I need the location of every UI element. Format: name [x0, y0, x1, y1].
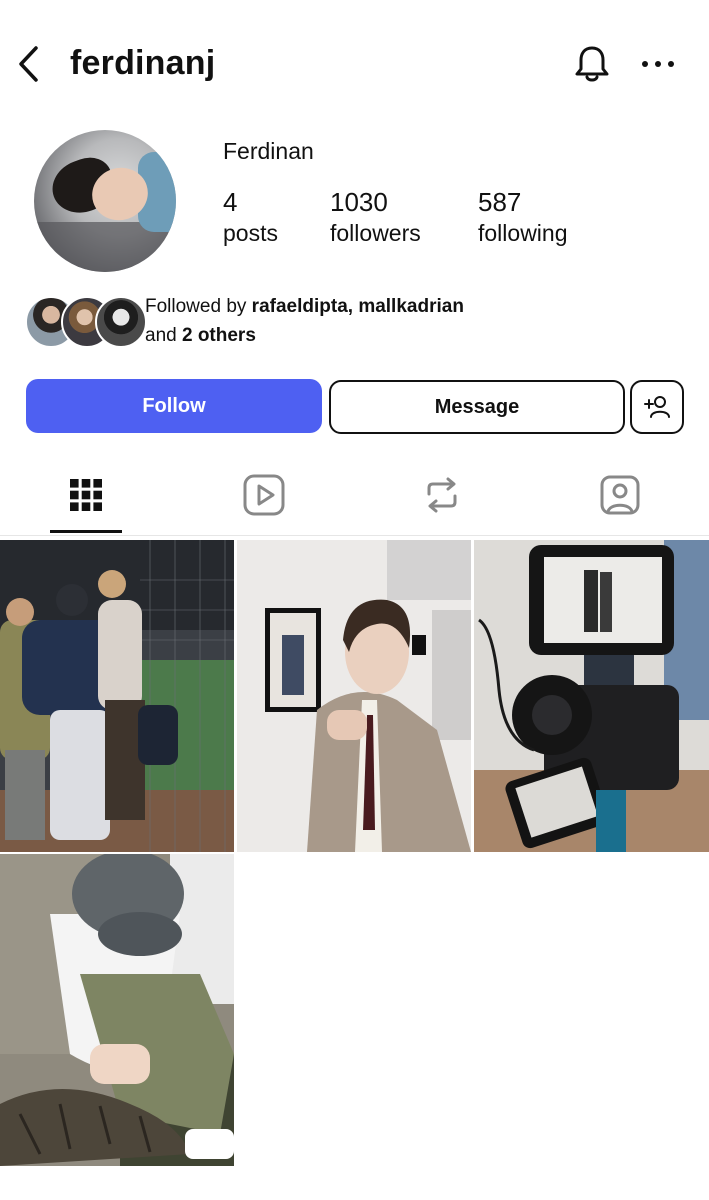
notifications-button[interactable] — [570, 42, 614, 86]
post-friends-walking[interactable] — [0, 540, 234, 852]
message-button[interactable]: Message — [329, 380, 625, 434]
followed-by-and: and — [145, 325, 182, 346]
tab-posts-grid[interactable] — [46, 465, 126, 525]
stat-label: following — [478, 220, 568, 246]
stat-label: posts — [223, 220, 278, 246]
repost-icon — [427, 477, 457, 513]
display-name: Ferdinan — [223, 138, 314, 164]
stat-value: 587 — [478, 187, 522, 217]
post-camera-monitor[interactable] — [474, 540, 709, 852]
post-suit-portrait[interactable] — [237, 540, 471, 852]
stat-value: 1030 — [330, 187, 388, 217]
more-horizontal-icon — [642, 61, 674, 67]
post-image — [0, 540, 234, 852]
mutual-avatar — [95, 296, 147, 348]
stat-label: followers — [330, 220, 421, 246]
post-petting-cat[interactable] — [0, 854, 234, 1166]
active-tab-indicator — [50, 530, 122, 533]
grid-icon — [70, 479, 102, 511]
tabs-divider — [0, 535, 709, 536]
tab-reels[interactable] — [224, 465, 304, 525]
followed-by-others: 2 others — [181, 325, 256, 346]
stat-following[interactable]: 587 following — [478, 186, 568, 248]
back-button[interactable] — [12, 42, 46, 86]
stat-posts[interactable]: 4 posts — [223, 186, 278, 248]
tab-tagged[interactable] — [580, 465, 660, 525]
more-options-button[interactable] — [636, 42, 680, 86]
stat-value: 4 — [223, 187, 238, 217]
followed-by-names: rafaeldipta, mallkadrian — [251, 296, 464, 317]
stat-followers[interactable]: 1030 followers — [330, 186, 421, 248]
followed-by-text[interactable]: Followed by rafaeldipta, mallkadrian and… — [145, 292, 464, 350]
play-icon — [243, 474, 285, 516]
post-image — [237, 540, 471, 852]
post-image — [0, 854, 234, 1166]
follow-button[interactable]: Follow — [26, 379, 322, 433]
suggested-users-button[interactable] — [630, 380, 684, 434]
followed-by-prefix: Followed by — [145, 296, 252, 317]
tagged-person-icon — [600, 475, 640, 515]
mutual-followers-avatars[interactable] — [25, 296, 147, 348]
post-image — [474, 540, 709, 852]
chevron-left-icon — [19, 46, 38, 82]
add-user-icon — [644, 396, 670, 418]
profile-avatar[interactable] — [34, 130, 176, 272]
bell-icon — [575, 46, 609, 82]
tab-reposts[interactable] — [402, 465, 482, 525]
profile-username: ferdinanj — [70, 44, 216, 82]
